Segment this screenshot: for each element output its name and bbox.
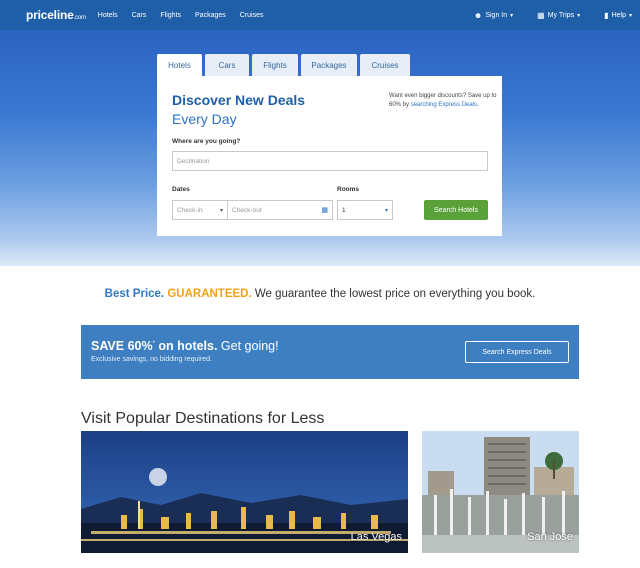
top-nav: priceline.com Hotels Cars Flights Packag…	[0, 0, 640, 30]
chevron-down-icon: ▾	[577, 12, 581, 19]
calendar-icon[interactable]: ▦	[321, 206, 328, 214]
banner-get-going: Get going!	[217, 339, 279, 353]
search-hotels-button[interactable]: Search Hotels	[424, 200, 488, 220]
help-icon: ▮	[604, 10, 609, 20]
user-icon: ☻	[473, 10, 483, 20]
price-guarantee: Best Price. GUARANTEED. We guarantee the…	[0, 288, 640, 300]
search-subheading: Every Day	[172, 111, 237, 127]
sign-in-label: Sign In	[485, 11, 508, 19]
banner-save: SAVE 60%	[91, 339, 153, 353]
nav-link-cruises[interactable]: Cruises	[240, 12, 264, 19]
nav-links: Hotels Cars Flights Packages Cruises	[98, 12, 278, 19]
san-jose-label: San Jose	[527, 531, 573, 543]
check-out-text: Check-out	[232, 207, 262, 214]
my-trips-menu[interactable]: ▦ My Trips ▾	[537, 11, 580, 20]
chevron-down-icon: ▾	[219, 208, 223, 214]
nav-link-packages[interactable]: Packages	[195, 12, 226, 19]
sign-in-menu[interactable]: ☻ Sign In ▾	[474, 11, 513, 20]
dates-label: Dates	[172, 186, 190, 193]
express-deals-link[interactable]: searching Express Deals.	[411, 102, 479, 108]
tab-cars[interactable]: Cars	[205, 54, 249, 76]
logo-main: priceline	[26, 8, 74, 22]
las-vegas-label: Las Vegas	[350, 531, 402, 543]
chevron-down-icon: ▾	[384, 208, 388, 214]
my-trips-label: My Trips	[547, 11, 575, 19]
rooms-value: 1	[342, 207, 346, 214]
tab-cruises[interactable]: Cruises	[360, 54, 410, 76]
destination-input[interactable]: Destination	[172, 151, 488, 171]
search-heading: Discover New Deals	[172, 92, 306, 108]
nav-link-cars[interactable]: Cars	[132, 12, 147, 19]
banner-subtext: Exclusive savings, no bidding required.	[91, 356, 213, 363]
hotel-search-card: Discover New Deals Every Day Want even b…	[157, 76, 502, 236]
check-in-select[interactable]: Check-in ▾	[172, 200, 228, 220]
priceline-logo[interactable]: priceline.com	[26, 8, 86, 22]
banner-headline: SAVE 60%* on hotels. Get going!	[91, 339, 279, 353]
popular-destinations-title: Visit Popular Destinations for Less	[81, 410, 325, 427]
best-price-text: Best Price.	[104, 288, 165, 300]
chevron-down-icon: ▾	[510, 12, 514, 19]
help-menu[interactable]: ▮ Help ▾	[604, 11, 632, 20]
rooms-label: Rooms	[337, 186, 360, 193]
destination-label: Where are you going?	[172, 138, 241, 145]
nav-right: ☻ Sign In ▾ ▦ My Trips ▾ ▮ Help ▾	[450, 0, 632, 30]
chevron-down-icon: ▾	[628, 12, 632, 19]
help-label: Help	[611, 11, 626, 19]
search-tabs: Hotels Cars Flights Packages Cruises	[157, 54, 413, 76]
guarantee-description: We guarantee the lowest price on everyth…	[254, 288, 536, 300]
tab-hotels[interactable]: Hotels	[157, 54, 202, 76]
logo-suffix: .com	[73, 15, 86, 21]
check-in-text: Check-in	[177, 207, 203, 214]
guaranteed-text: GUARANTEED.	[167, 288, 252, 300]
express-deals-banner: SAVE 60%* on hotels. Get going! Exclusiv…	[81, 325, 579, 379]
check-out-input[interactable]: Check-out ▦	[227, 200, 333, 220]
nav-link-flights[interactable]: Flights	[160, 12, 181, 19]
briefcase-icon: ▦	[537, 10, 545, 20]
nav-link-hotels[interactable]: Hotels	[98, 12, 118, 19]
search-express-deals-button[interactable]: Search Express Deals	[465, 341, 569, 363]
tab-flights[interactable]: Flights	[252, 54, 298, 76]
destination-tile-san-jose[interactable]: San Jose	[422, 431, 579, 553]
rooms-select[interactable]: 1 ▾	[337, 200, 393, 220]
tab-packages[interactable]: Packages	[301, 54, 357, 76]
express-deals-promo: Want even bigger discounts? Save up to 6…	[389, 92, 499, 110]
banner-on-hotels: on hotels.	[154, 339, 218, 353]
destination-tile-las-vegas[interactable]: Las Vegas	[81, 431, 408, 553]
